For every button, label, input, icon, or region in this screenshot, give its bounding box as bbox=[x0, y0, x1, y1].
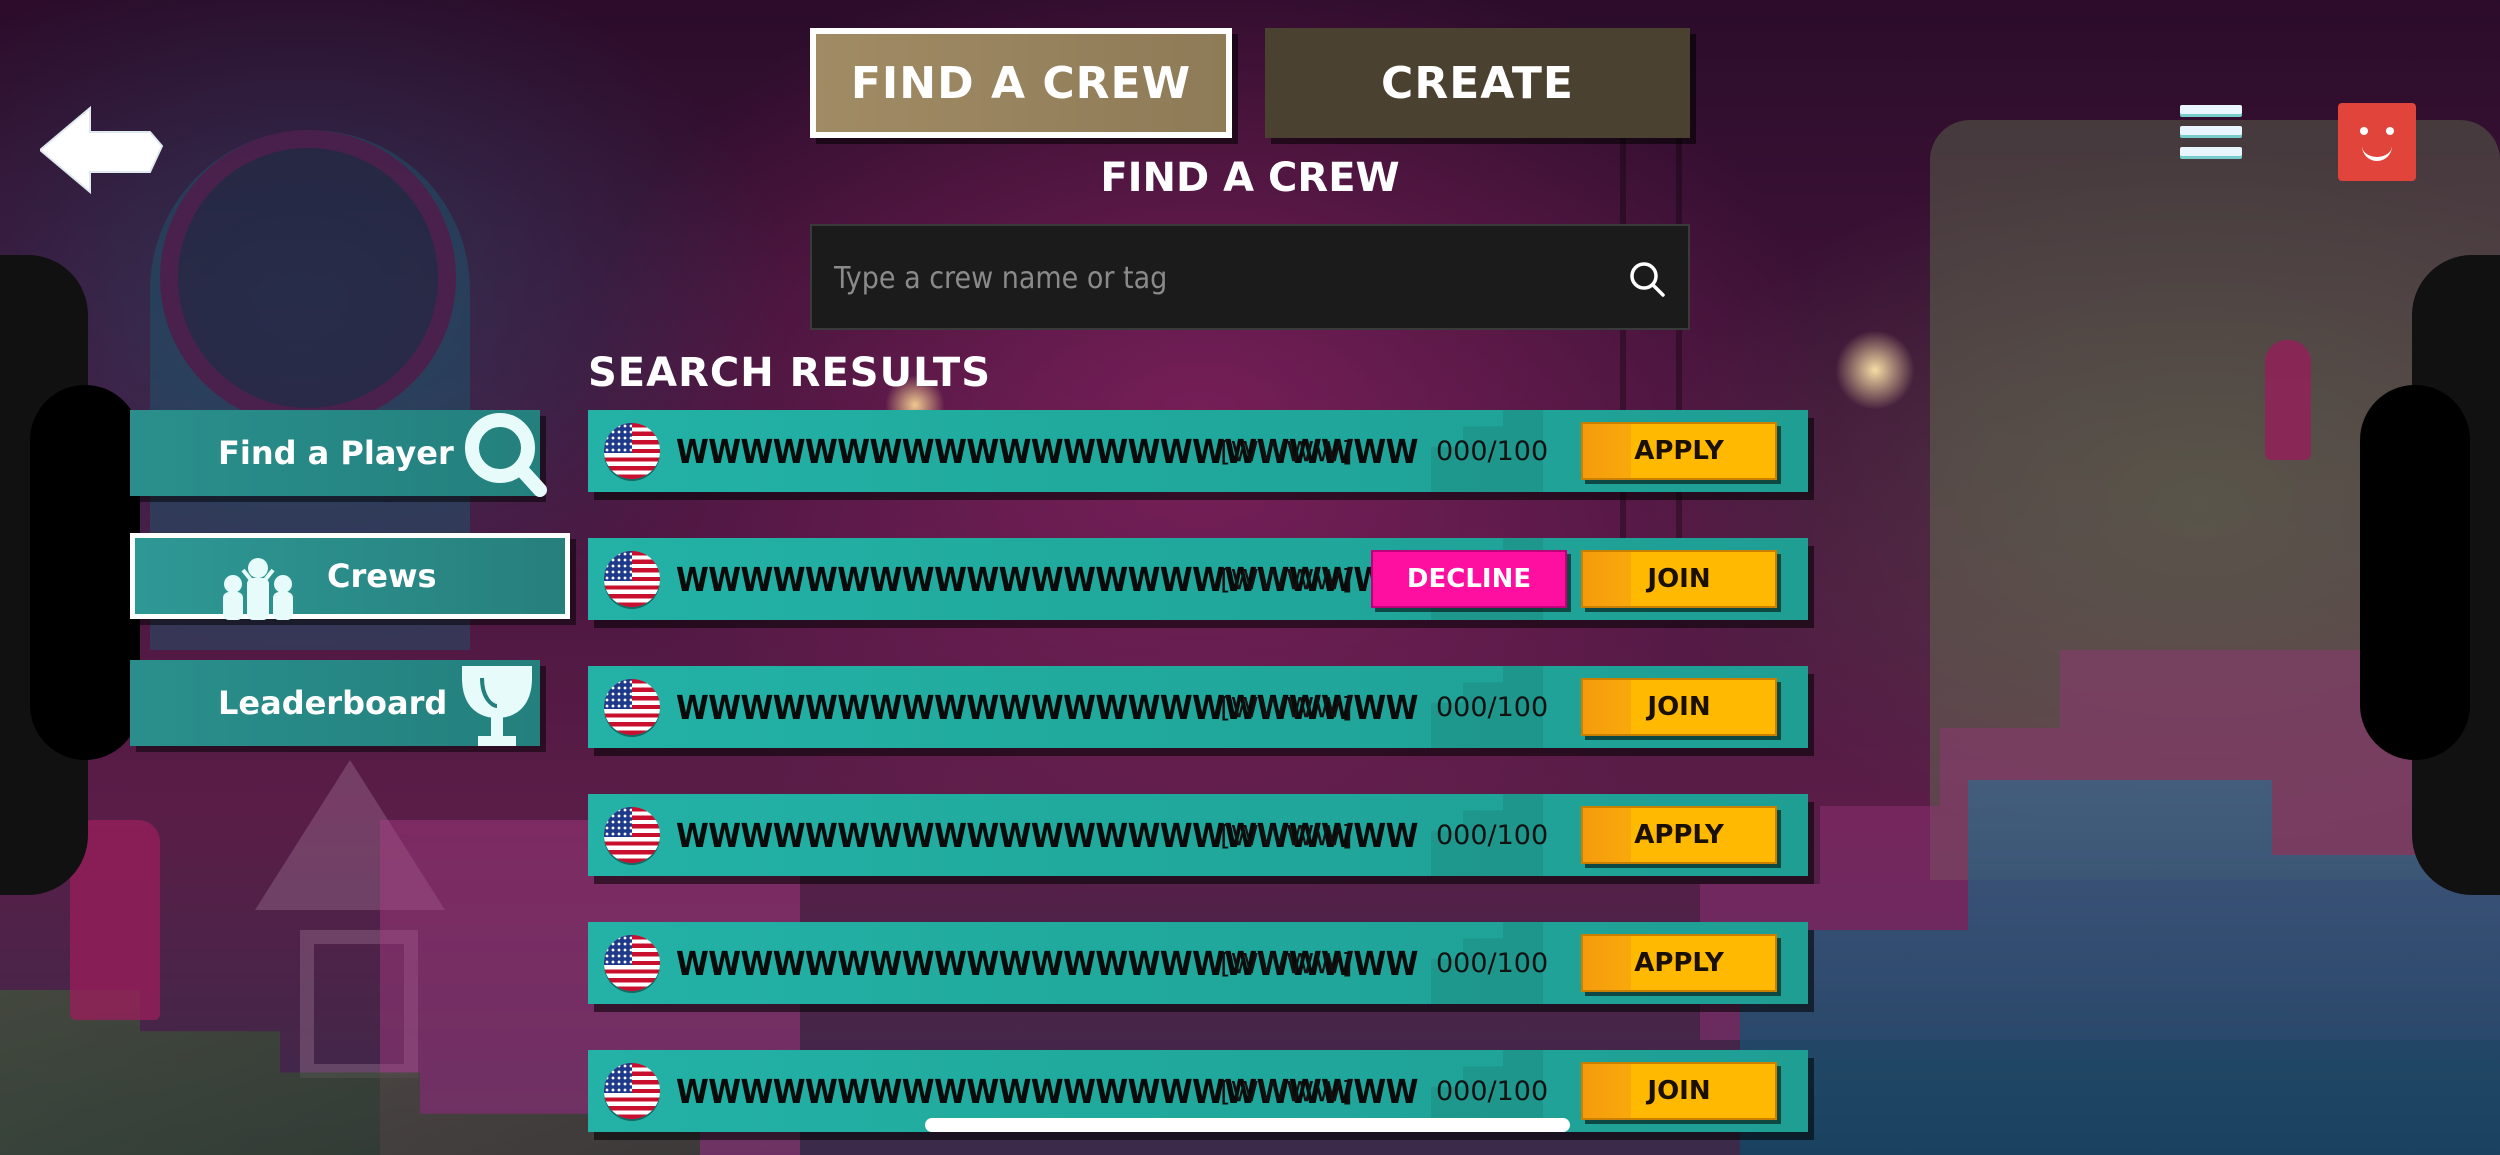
back-arrow-icon bbox=[38, 105, 164, 195]
crew-people-icon bbox=[223, 558, 293, 620]
us-flag-icon bbox=[604, 679, 660, 735]
decline-button[interactable]: DECLINE bbox=[1371, 550, 1567, 608]
hamburger-menu-icon[interactable] bbox=[2180, 105, 2242, 167]
tab-create[interactable]: CREATE bbox=[1265, 28, 1690, 138]
trophy-icon bbox=[462, 666, 532, 746]
crew-tag: [WWWW] bbox=[1220, 818, 1353, 852]
us-flag-icon bbox=[604, 807, 660, 863]
crew-result-row[interactable]: WWWWWWWWWWWWWWWWWWWWWWW [WWWW] 000/100 APPL… bbox=[588, 922, 1808, 1004]
search-bar bbox=[810, 224, 1690, 330]
device-notch-left bbox=[30, 385, 140, 760]
search-icon[interactable] bbox=[1628, 260, 1666, 298]
crew-result-row[interactable]: WWWWWWWWWWWWWWWWWWWWWWW [WWWW] 000/100 APPL… bbox=[588, 410, 1808, 492]
us-flag-icon bbox=[604, 935, 660, 991]
join-button[interactable]: JOIN bbox=[1581, 550, 1777, 608]
profile-avatar-icon[interactable] bbox=[2338, 103, 2416, 181]
join-button[interactable]: JOIN bbox=[1581, 1062, 1777, 1120]
crew-tag: [WWWW] bbox=[1220, 690, 1353, 724]
device-notch-right bbox=[2360, 385, 2470, 760]
sidebar-item-find-a-player[interactable]: Find a Player bbox=[130, 410, 547, 497]
tab-find-a-crew[interactable]: FIND A CREW bbox=[810, 28, 1232, 138]
sidebar-item-crews[interactable]: Crews bbox=[130, 533, 570, 620]
member-count: 000/100 bbox=[1436, 819, 1549, 851]
crew-result-row[interactable]: WWWWWWWWWWWWWWWWWWWWWWW [WWWW] DECLINE JOIN bbox=[588, 538, 1808, 620]
crew-tag: [WWWW] bbox=[1220, 562, 1353, 596]
us-flag-icon bbox=[604, 551, 660, 607]
magnifier-icon bbox=[465, 413, 547, 497]
member-count: 000/100 bbox=[1436, 947, 1549, 979]
search-input[interactable] bbox=[832, 226, 1616, 330]
search-results-title: SEARCH RESULTS bbox=[588, 350, 992, 396]
apply-button[interactable]: APPLY bbox=[1581, 934, 1777, 992]
sidebar-item-label: Crews bbox=[327, 557, 437, 595]
join-button[interactable]: JOIN bbox=[1581, 678, 1777, 736]
crew-result-row[interactable]: WWWWWWWWWWWWWWWWWWWWWWW [WWWW] 000/100 JOIN bbox=[588, 666, 1808, 748]
apply-button[interactable]: APPLY bbox=[1581, 422, 1777, 480]
back-button[interactable] bbox=[38, 100, 165, 200]
sidebar-item-label: Find a Player bbox=[218, 434, 454, 472]
scrollbar[interactable] bbox=[925, 1118, 1570, 1132]
apply-button[interactable]: APPLY bbox=[1581, 806, 1777, 864]
member-count: 000/100 bbox=[1436, 435, 1549, 467]
crew-tag: [WWWW] bbox=[1220, 946, 1353, 980]
sidebar-item-leaderboard[interactable]: Leaderboard bbox=[130, 660, 540, 746]
us-flag-icon bbox=[604, 423, 660, 479]
page-title: FIND A CREW bbox=[1100, 155, 1400, 201]
crew-result-row[interactable]: WWWWWWWWWWWWWWWWWWWWWWW [WWWW] 000/100 APPL… bbox=[588, 794, 1808, 876]
us-flag-icon bbox=[604, 1063, 660, 1119]
member-count: 000/100 bbox=[1436, 691, 1549, 723]
sidebar-item-label: Leaderboard bbox=[218, 684, 448, 722]
crew-tag: [WWWW] bbox=[1220, 434, 1353, 468]
